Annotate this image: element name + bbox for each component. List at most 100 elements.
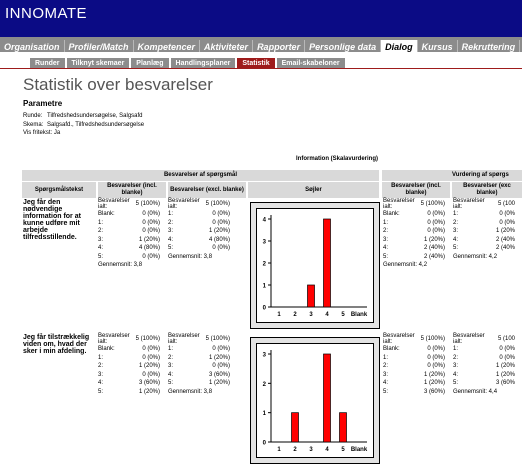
y-tick-label: 4 bbox=[263, 218, 267, 224]
stat-total-row: Besvarelser ialt: 5 (100%) bbox=[168, 198, 244, 210]
stat-row-label: 1: bbox=[98, 219, 104, 226]
main-nav-item-kursus[interactable]: Kursus bbox=[418, 40, 458, 52]
x-tick-label: 3 bbox=[309, 312, 313, 318]
stat-row-label: 3: bbox=[383, 371, 389, 378]
stat-row-label: Blank: bbox=[383, 346, 400, 352]
stat-row: 2: 1 (20%) bbox=[168, 354, 244, 363]
stat-row: Blank: 0 (0%) bbox=[98, 345, 168, 354]
stat-row: 3: 0 (0%) bbox=[168, 362, 244, 371]
y-tick-label: 0 bbox=[263, 306, 267, 312]
stat-row-value: 3 (60% bbox=[495, 380, 515, 386]
stats-incl-blank-b: Besvarelser ialt: 5 (100%) Blank: 0 (0%) 1: 0… bbox=[383, 198, 451, 270]
stat-row-label: 1: bbox=[453, 211, 459, 217]
stat-row-value: 1 (20%) bbox=[208, 228, 230, 234]
stat-row-value: 0 (0% bbox=[499, 219, 515, 226]
stat-row-value: 0 (0%) bbox=[142, 354, 160, 361]
stat-row-label: 1: bbox=[383, 354, 389, 361]
stat-total-label: Besvarelser ialt: bbox=[383, 198, 415, 210]
x-tick-label: 1 bbox=[277, 447, 281, 453]
bar-4 bbox=[323, 353, 331, 443]
stat-row-value: 3 (60%) bbox=[208, 371, 230, 378]
stat-row-label: 3: bbox=[98, 236, 104, 243]
stat-total-value: 5 (100 bbox=[497, 335, 515, 342]
stats-incl-blank: Besvarelser ialt: 5 (100%) Blank: 0 (0%) 1: 0… bbox=[98, 333, 168, 396]
y-tick-label: 0 bbox=[263, 441, 267, 447]
stat-row: 5: 1 (20%) bbox=[168, 379, 244, 388]
main-nav-item-rekruttering[interactable]: Rekruttering bbox=[458, 40, 521, 52]
x-tick-label: 3 bbox=[309, 447, 313, 453]
stat-row-label: 1: bbox=[98, 354, 104, 361]
stat-row-value: 0 (0% bbox=[499, 211, 515, 217]
stat-row-label: 1: bbox=[168, 211, 174, 217]
sub-nav-item-email-skabeloner[interactable]: Email-skabeloner bbox=[276, 58, 345, 68]
stat-row: 3: 1 (20%) bbox=[98, 236, 168, 245]
main-nav-item-rapporter[interactable]: Rapporter bbox=[253, 40, 306, 52]
y-tick-label: 2 bbox=[263, 262, 267, 268]
stat-row-label: 3: bbox=[453, 228, 459, 234]
stat-row: 2: 0 (0%) bbox=[383, 362, 451, 371]
stat-average: Gennemsnit: 3,8 bbox=[98, 262, 143, 268]
col-incl: Besvarelser (incl. blanke) bbox=[98, 182, 166, 198]
main-nav-item-personlige-data[interactable]: Personlige data bbox=[305, 40, 382, 52]
sub-nav-item-planl-g[interactable]: Planlæg bbox=[131, 58, 169, 68]
stat-row: 4: 4 (80%) bbox=[168, 236, 244, 245]
stat-row: 5: 3 (60%) bbox=[383, 388, 451, 397]
stat-row-label: 3: bbox=[168, 363, 174, 369]
stat-row-value: 0 (0%) bbox=[427, 211, 445, 217]
stat-row-label: 5: bbox=[168, 245, 174, 251]
stat-row-value: 4 (80%) bbox=[208, 236, 230, 243]
stat-row-label: 1: bbox=[168, 346, 174, 352]
stat-row-label: 5: bbox=[168, 380, 174, 386]
stat-row: 5: 0 (0%) bbox=[168, 244, 244, 253]
runde-value: Tilfredshedsundersøgelse, Salgsafd bbox=[47, 113, 143, 119]
main-nav-item-kompetencer[interactable]: Kompetencer bbox=[134, 40, 201, 52]
stat-total-row: Besvarelser ialt: 5 (100%) bbox=[168, 333, 244, 345]
main-nav-item-organisation[interactable]: Organisation bbox=[0, 40, 65, 52]
sub-nav-item-statistik[interactable]: Statistik bbox=[237, 58, 275, 68]
main-nav-item-profiler-match[interactable]: Profiler/Match bbox=[65, 40, 134, 52]
stat-row: 4: 3 (60%) bbox=[98, 379, 168, 388]
sub-nav-item-handlingsplaner[interactable]: Handlingsplaner bbox=[170, 58, 236, 68]
stat-total-row: Besvarelser ialt: 5 (100%) bbox=[98, 333, 168, 345]
stat-row-value: 0 (0%) bbox=[427, 354, 445, 361]
stat-row-label: 5: bbox=[453, 380, 459, 386]
stat-row-value: 4 (80%) bbox=[138, 245, 160, 251]
runde-label: Runde: bbox=[23, 113, 43, 119]
stat-row-label: 2: bbox=[383, 363, 389, 369]
stat-total-row: Besvarelser ialt: 5 (100%) bbox=[383, 333, 451, 345]
bar-2 bbox=[291, 412, 299, 443]
stat-row-value: 1 (20%) bbox=[208, 354, 230, 361]
sub-nav-item-tilknyt-skemaer[interactable]: Tilknyt skemaer bbox=[66, 58, 130, 68]
stat-average: Gennemsnit: 3,8 bbox=[168, 253, 213, 260]
main-nav-item-aktiviteter[interactable]: Aktiviteter bbox=[200, 40, 254, 52]
stat-row-label: 4: bbox=[168, 236, 174, 243]
stat-row: 4: 2 (40%) bbox=[383, 244, 451, 253]
main-nav-item-dialog[interactable]: Dialog bbox=[381, 40, 418, 52]
stat-row-value: 1 (20%) bbox=[423, 236, 445, 243]
stat-row-value: 2 (40%) bbox=[423, 245, 445, 251]
stat-row: 1: 0 (0%) bbox=[98, 354, 168, 363]
stat-row: 1: 0 (0%) bbox=[168, 210, 244, 219]
stat-row: 4: 3 (60%) bbox=[168, 371, 244, 380]
stat-row-value: 1 (20% bbox=[495, 228, 515, 234]
stat-row: 4: 2 (40% bbox=[453, 236, 522, 245]
stat-row-value: 2 (40% bbox=[495, 236, 515, 243]
params-block: Runde: Tilfredshedsundersøgelse, Salgsafd… bbox=[23, 112, 144, 138]
stat-total-value: 5 (100%) bbox=[420, 200, 445, 207]
stat-total-value: 5 (100%) bbox=[135, 200, 160, 207]
stats-incl-blank-b: Besvarelser ialt: 5 (100%) Blank: 0 (0%) 1: 0… bbox=[383, 333, 451, 396]
stat-row: 1: 0 (0% bbox=[453, 210, 522, 219]
stat-row-value: 0 (0%) bbox=[427, 219, 445, 226]
stat-row-value: 0 (0%) bbox=[212, 211, 230, 217]
stat-row-label: 4: bbox=[453, 236, 459, 243]
stat-row: Blank: 0 (0%) bbox=[383, 345, 451, 354]
bar-chart-svg: 0 1 2 3 4 1 2 3 4 5 Blank bbox=[263, 215, 368, 318]
stat-row-value: 0 (0%) bbox=[212, 245, 230, 251]
stat-row: 5: 3 (60% bbox=[453, 379, 522, 388]
stats-incl-blank: Besvarelser ialt: 5 (100%) Blank: 0 (0%) 1: 0… bbox=[98, 198, 168, 270]
stat-average: Gennemsnit: 3,8 bbox=[168, 388, 213, 395]
chart-frame: 0 1 2 3 4 1 2 3 4 5 Blank bbox=[250, 202, 380, 329]
stat-row-value: 1 (20% bbox=[495, 371, 515, 378]
sub-nav-item-runder[interactable]: Runder bbox=[30, 58, 65, 68]
stat-total-row: Besvarelser ialt: 5 (100 bbox=[453, 198, 522, 210]
